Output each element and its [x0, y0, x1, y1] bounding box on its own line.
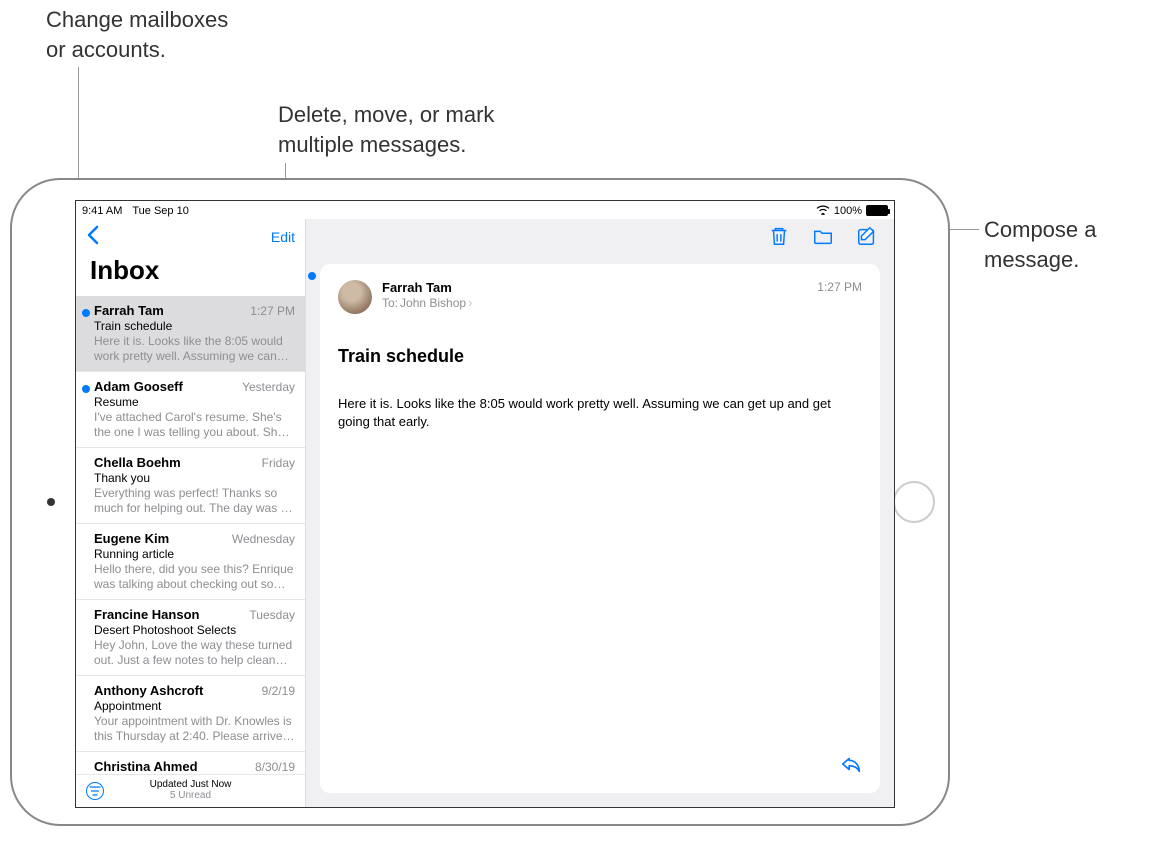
detail-pane: Farrah Tam To: John Bishop › 1:27 PM Tra…	[306, 219, 894, 807]
filter-icon[interactable]	[86, 782, 104, 800]
to-name: John Bishop	[400, 296, 466, 310]
msg-preview: Hello there, did you see this? Enrique w…	[94, 562, 295, 592]
msg-sender: Eugene Kim	[94, 531, 169, 546]
msg-sender: Francine Hanson	[94, 607, 199, 622]
msg-preview: I've attached Carol's resume. She's the …	[94, 410, 295, 440]
msg-sender: Adam Gooseff	[94, 379, 183, 394]
chevron-right-icon: ›	[468, 295, 472, 310]
status-bar: 9:41 AM Tue Sep 10 100%	[76, 201, 894, 219]
message-item[interactable]: Christina Ahmed8/30/19Saturday HikeHello…	[76, 752, 305, 774]
msg-date: 1:27 PM	[250, 304, 295, 318]
back-button[interactable]	[86, 225, 100, 249]
screen: 9:41 AM Tue Sep 10 100% Edit	[75, 200, 895, 808]
msg-preview: Everything was perfect! Thanks so much f…	[94, 486, 295, 516]
unread-dot	[82, 309, 90, 317]
msg-date: Yesterday	[242, 380, 295, 394]
msg-subject: Train schedule	[94, 319, 295, 333]
message-item[interactable]: Chella Boehm FridayThank youEverything wa…	[76, 448, 305, 524]
wifi-icon	[816, 204, 830, 218]
message-detail: Farrah Tam To: John Bishop › 1:27 PM Tra…	[320, 264, 880, 793]
detail-unread-dot	[308, 272, 316, 280]
msg-sender: Farrah Tam	[94, 303, 164, 318]
callout-compose: Compose amessage.	[984, 215, 1097, 274]
callout-edit: Delete, move, or markmultiple messages.	[278, 100, 494, 159]
message-item[interactable]: Francine Hanson TuesdayDesert Photoshoot …	[76, 600, 305, 676]
msg-subject: Resume	[94, 395, 295, 409]
msg-preview: Your appointment with Dr. Knowles is thi…	[94, 714, 295, 744]
message-item[interactable]: Eugene Kim WednesdayRunning articleHello …	[76, 524, 305, 600]
msg-subject: Thank you	[94, 471, 295, 485]
home-button[interactable]	[893, 481, 935, 523]
callout-mailboxes: Change mailboxesor accounts.	[46, 5, 228, 64]
msg-preview: Here it is. Looks like the 8:05 would wo…	[94, 334, 295, 364]
msg-subject: Desert Photoshoot Selects	[94, 623, 295, 637]
sidebar-footer: Updated Just Now 5 Unread	[76, 774, 305, 807]
mailbox-title: Inbox	[76, 251, 305, 296]
message-item[interactable]: Adam Gooseff YesterdayResumeI've attached…	[76, 372, 305, 448]
detail-subject: Train schedule	[338, 346, 862, 367]
msg-date: 9/2/19	[262, 684, 295, 698]
unread-count: 5 Unread	[86, 790, 295, 801]
reply-icon[interactable]	[840, 754, 862, 779]
compose-icon[interactable]	[856, 225, 878, 252]
ipad-frame: 9:41 AM Tue Sep 10 100% Edit	[10, 178, 950, 826]
msg-subject: Running article	[94, 547, 295, 561]
msg-date: Friday	[262, 456, 295, 470]
battery-icon	[866, 205, 888, 216]
avatar[interactable]	[338, 280, 372, 314]
msg-sender: Christina Ahmed	[94, 759, 198, 774]
msg-subject: Appointment	[94, 699, 295, 713]
msg-date: 8/30/19	[255, 760, 295, 774]
updated-label: Updated Just Now	[86, 779, 295, 790]
msg-preview: Hey John, Love the way these turned out.…	[94, 638, 295, 668]
unread-dot	[82, 385, 90, 393]
detail-body: Here it is. Looks like the 8:05 would wo…	[338, 395, 862, 431]
folder-icon[interactable]	[812, 225, 834, 252]
message-list[interactable]: Farrah Tam 1:27 PMTrain scheduleHere it i…	[76, 296, 305, 774]
msg-sender: Anthony Ashcroft	[94, 683, 203, 698]
battery-percent: 100%	[834, 205, 862, 217]
msg-sender: Chella Boehm	[94, 455, 181, 470]
detail-from[interactable]: Farrah Tam	[382, 280, 862, 295]
msg-date: Wednesday	[232, 532, 295, 546]
sidebar: Edit Inbox Farrah Tam 1:27 PMTrain schedu…	[76, 219, 306, 807]
edit-button[interactable]: Edit	[271, 229, 295, 245]
detail-to[interactable]: To: John Bishop ›	[382, 295, 862, 310]
message-item[interactable]: Farrah Tam 1:27 PMTrain scheduleHere it i…	[76, 296, 305, 372]
status-time: 9:41 AM	[82, 205, 122, 217]
message-item[interactable]: Anthony Ashcroft 9/2/19AppointmentYour ap…	[76, 676, 305, 752]
trash-icon[interactable]	[768, 225, 790, 252]
status-date: Tue Sep 10	[132, 205, 188, 217]
to-label: To:	[382, 296, 398, 310]
camera-dot	[47, 498, 55, 506]
detail-time: 1:27 PM	[817, 280, 862, 294]
msg-date: Tuesday	[249, 608, 295, 622]
